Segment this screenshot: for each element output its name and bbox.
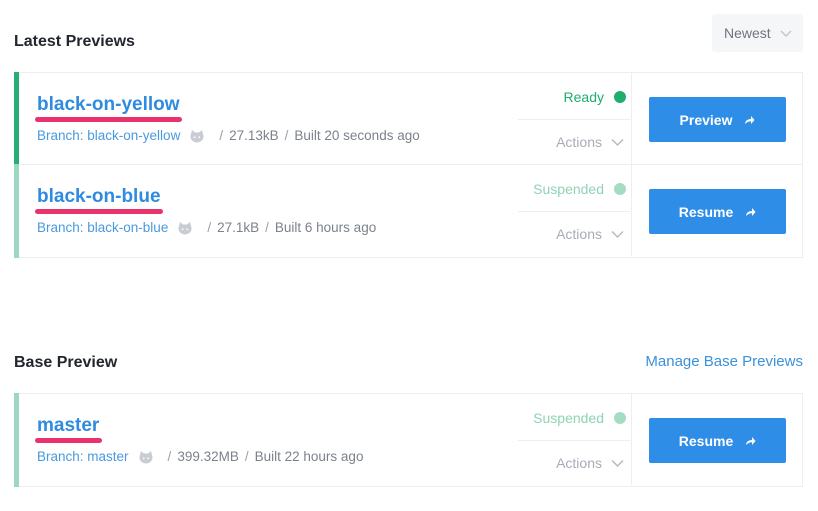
latest-previews-heading: Latest Previews: [14, 33, 135, 50]
highlight-underline: [35, 438, 102, 443]
separator: /: [244, 449, 249, 464]
separator: /: [219, 128, 224, 143]
actions-dropdown[interactable]: Actions: [556, 134, 624, 150]
separator: /: [265, 220, 269, 235]
button-label: Resume: [678, 432, 734, 449]
divider: [518, 119, 630, 120]
github-icon[interactable]: [189, 129, 205, 143]
preview-row: master Branch: master / 399.32MB / Built…: [14, 393, 802, 487]
branch-link[interactable]: Branch: black-on-blue: [37, 220, 168, 235]
divider: [631, 73, 632, 164]
latest-previews-list: black-on-yellow Branch: black-on-yellow …: [14, 72, 803, 258]
status-column: Ready Actions: [510, 73, 630, 164]
actions-label: Actions: [556, 455, 602, 471]
status-dot-icon: [614, 183, 626, 195]
build-size: 399.32MB: [177, 449, 239, 464]
resume-button[interactable]: Resume: [649, 418, 786, 463]
page: Latest Previews Newest black-on-yellow B…: [0, 0, 818, 511]
share-arrow-icon: [745, 115, 755, 124]
highlight-underline: [35, 117, 182, 122]
branch-link[interactable]: Branch: master: [37, 449, 129, 464]
divider: [631, 394, 632, 485]
preview-button[interactable]: Preview: [649, 97, 786, 142]
build-time: Built 22 hours ago: [254, 449, 364, 464]
chevron-down-icon: [780, 30, 792, 37]
preview-meta: Branch: master / 399.32MB / Built 22 hou…: [37, 449, 363, 464]
divider: [631, 165, 632, 256]
github-icon[interactable]: [177, 221, 193, 235]
chevron-down-icon: [611, 459, 624, 467]
preview-row: black-on-yellow Branch: black-on-yellow …: [14, 72, 802, 165]
divider: [518, 440, 630, 441]
branch-link[interactable]: Branch: black-on-yellow: [37, 128, 180, 143]
sort-select[interactable]: Newest: [712, 14, 803, 52]
status-dot-icon: [614, 412, 626, 424]
manage-base-previews-link[interactable]: Manage Base Previews: [645, 353, 803, 370]
status-bar: [14, 393, 19, 487]
resume-button[interactable]: Resume: [649, 189, 786, 234]
sort-selected-value: Newest: [724, 25, 771, 41]
actions-dropdown[interactable]: Actions: [556, 226, 624, 242]
build-time: Built 6 hours ago: [274, 220, 377, 235]
separator: /: [207, 220, 212, 235]
status-column: Suspended Actions: [510, 394, 630, 485]
preview-row: black-on-blue Branch: black-on-blue / 27…: [14, 164, 802, 258]
button-label: Preview: [679, 111, 733, 128]
build-size: 27.1kB: [217, 220, 260, 235]
preview-meta: Branch: black-on-yellow / 27.13kB / Buil…: [37, 128, 420, 143]
status-badge: Ready: [564, 89, 626, 105]
separator: /: [284, 128, 289, 143]
divider: [518, 211, 630, 212]
separator: /: [167, 449, 172, 464]
chevron-down-icon: [611, 138, 624, 146]
chevron-down-icon: [611, 230, 624, 238]
preview-name-link[interactable]: black-on-yellow: [37, 94, 180, 116]
actions-dropdown[interactable]: Actions: [556, 455, 624, 471]
status-label: Ready: [563, 89, 604, 105]
preview-name-link[interactable]: black-on-blue: [37, 186, 161, 208]
status-bar: [14, 164, 19, 258]
actions-label: Actions: [556, 134, 602, 150]
preview-meta: Branch: black-on-blue / 27.1kB / Built 6…: [37, 220, 376, 235]
button-label: Resume: [678, 203, 734, 220]
github-icon[interactable]: [138, 450, 154, 464]
build-size: 27.13kB: [229, 128, 279, 143]
status-label: Suspended: [533, 410, 604, 426]
preview-name-link[interactable]: master: [37, 415, 99, 437]
status-bar: [14, 72, 19, 165]
highlight-underline: [35, 209, 163, 214]
status-label: Suspended: [533, 181, 604, 197]
base-preview-list: master Branch: master / 399.32MB / Built…: [14, 393, 803, 487]
build-time: Built 20 seconds ago: [294, 128, 420, 143]
status-column: Suspended Actions: [510, 165, 630, 256]
status-badge: Suspended: [533, 410, 626, 426]
share-arrow-icon: [746, 436, 756, 445]
share-arrow-icon: [746, 207, 756, 216]
status-badge: Suspended: [533, 181, 626, 197]
base-preview-heading: Base Preview: [14, 354, 118, 371]
status-dot-icon: [614, 91, 626, 103]
actions-label: Actions: [556, 226, 602, 242]
